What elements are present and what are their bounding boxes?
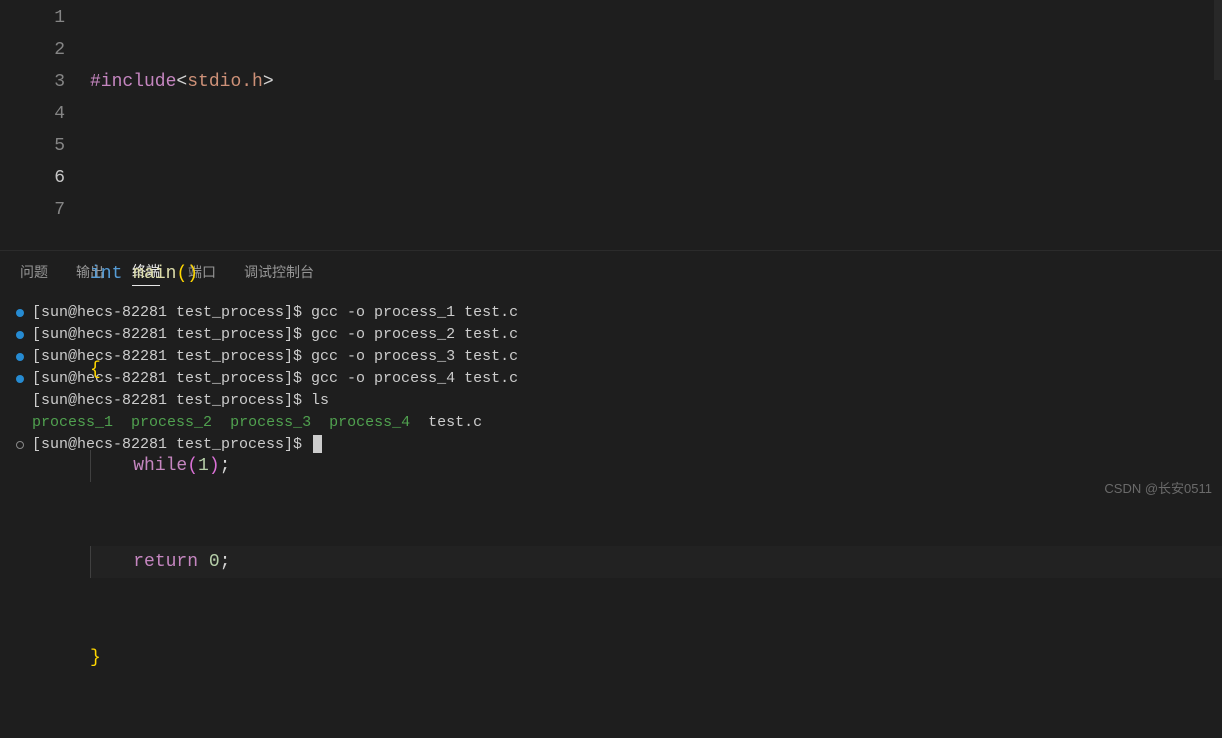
indent-guide	[90, 546, 91, 578]
bullet-icon	[16, 441, 24, 449]
preprocessor-token: #include	[90, 72, 176, 92]
line-number: 2	[0, 34, 65, 66]
code-line[interactable]: while(1);	[90, 450, 1222, 482]
code-line[interactable]: #include<stdio.h>	[90, 66, 1222, 98]
number-token: 0	[209, 552, 220, 572]
paren-token: )	[209, 456, 220, 476]
control-token: return	[133, 552, 198, 572]
brace-token: }	[90, 648, 101, 668]
punct-token: <	[176, 72, 187, 92]
brace-token: {	[90, 360, 101, 380]
code-line[interactable]: int main()	[90, 258, 1222, 290]
bullet-icon	[16, 309, 24, 317]
punct-token: >	[263, 72, 274, 92]
keyword-token: int	[90, 264, 122, 284]
bullet-icon	[16, 353, 24, 361]
terminal-text: [sun@hecs-82281 test_process]$ gcc -o pr…	[32, 302, 518, 324]
terminal-text: process_1 process_2 process_3 process_4 …	[32, 412, 482, 434]
punct-token: ;	[220, 456, 231, 476]
watermark-text: CSDN @长安0511	[1104, 478, 1212, 497]
header-token: stdio.h	[187, 72, 263, 92]
number-token: 1	[198, 456, 209, 476]
code-line[interactable]: return 0;	[90, 546, 1222, 578]
function-token: main	[133, 264, 176, 284]
terminal-text: [sun@hecs-82281 test_process]$ gcc -o pr…	[32, 324, 518, 346]
bullet-icon	[16, 331, 24, 339]
indent-guide	[90, 450, 91, 482]
line-number: 3	[0, 66, 65, 98]
control-token: while	[133, 456, 187, 476]
code-editor[interactable]: 1 2 3 4 5 6 7 #include<stdio.h> int main…	[0, 0, 1222, 250]
tab-problems[interactable]: 问题	[20, 262, 48, 286]
code-line[interactable]: }	[90, 642, 1222, 674]
punct-token: ;	[220, 552, 231, 572]
line-number-gutter: 1 2 3 4 5 6 7	[0, 0, 90, 250]
code-line[interactable]: {	[90, 354, 1222, 386]
code-line[interactable]	[90, 162, 1222, 194]
code-content[interactable]: #include<stdio.h> int main() { while(1);…	[90, 0, 1222, 250]
line-number: 6	[0, 162, 65, 194]
bullet-icon	[16, 375, 24, 383]
line-number: 4	[0, 98, 65, 130]
line-number: 5	[0, 130, 65, 162]
terminal-text: [sun@hecs-82281 test_process]$ ls	[32, 390, 329, 412]
line-number: 7	[0, 194, 65, 226]
paren-token: (	[187, 456, 198, 476]
paren-token: )	[187, 264, 198, 284]
line-number: 1	[0, 2, 65, 34]
paren-token: (	[176, 264, 187, 284]
